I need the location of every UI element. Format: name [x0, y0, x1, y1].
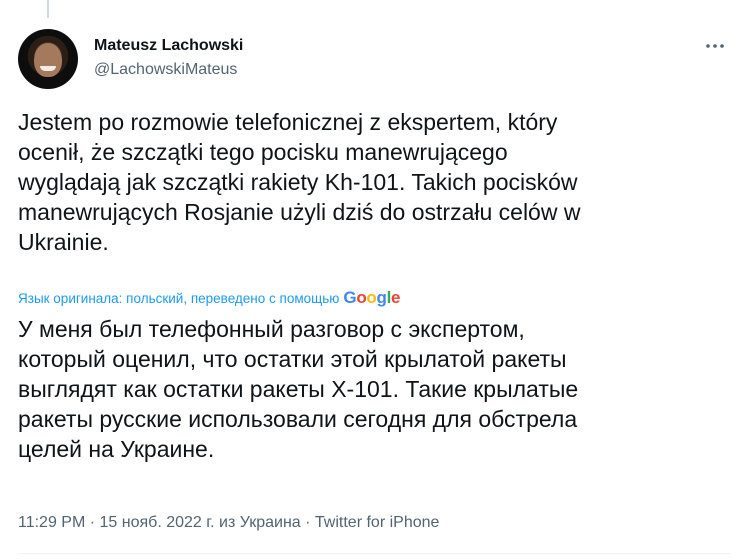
translation-notice[interactable]: Язык оригинала: польский, переведено с п… [18, 288, 401, 308]
more-options-button[interactable] [698, 32, 732, 60]
meta-separator: · [89, 514, 96, 531]
avatar-smile [40, 66, 56, 71]
tweet-date-location[interactable]: 15 нояб. 2022 г. из Украина [100, 514, 301, 531]
google-logo-letter: o [356, 288, 367, 307]
google-logo: G o o g l e [343, 288, 400, 308]
author-name[interactable]: Mateusz Lachowski [94, 37, 243, 55]
tweet-time[interactable]: 11:29 PM [18, 514, 85, 531]
google-logo-letter: e [391, 288, 401, 307]
tweet-source-link[interactable]: Twitter for iPhone [315, 514, 440, 531]
translated-text: У меня был телефонный разговор с эксперт… [18, 316, 579, 462]
tweet-text: Jestem po rozmowie telefonicznej z ekspe… [18, 109, 581, 255]
google-logo-letter: G [343, 288, 357, 307]
google-logo-letter: o [366, 288, 377, 307]
google-logo-letter: g [376, 288, 387, 307]
tweet-meta: 11:29 PM · 15 нояб. 2022 г. из Украина ·… [18, 514, 439, 532]
thread-connector-line [47, 0, 49, 18]
avatar[interactable] [18, 29, 78, 89]
meta-separator: · [305, 514, 311, 531]
author-handle[interactable]: @LachowskiMateus [94, 61, 237, 79]
more-horizontal-icon [706, 44, 724, 48]
divider [18, 553, 731, 554]
avatar-face [34, 43, 62, 77]
translation-label: Язык оригинала: польский, переведено с п… [18, 290, 340, 306]
